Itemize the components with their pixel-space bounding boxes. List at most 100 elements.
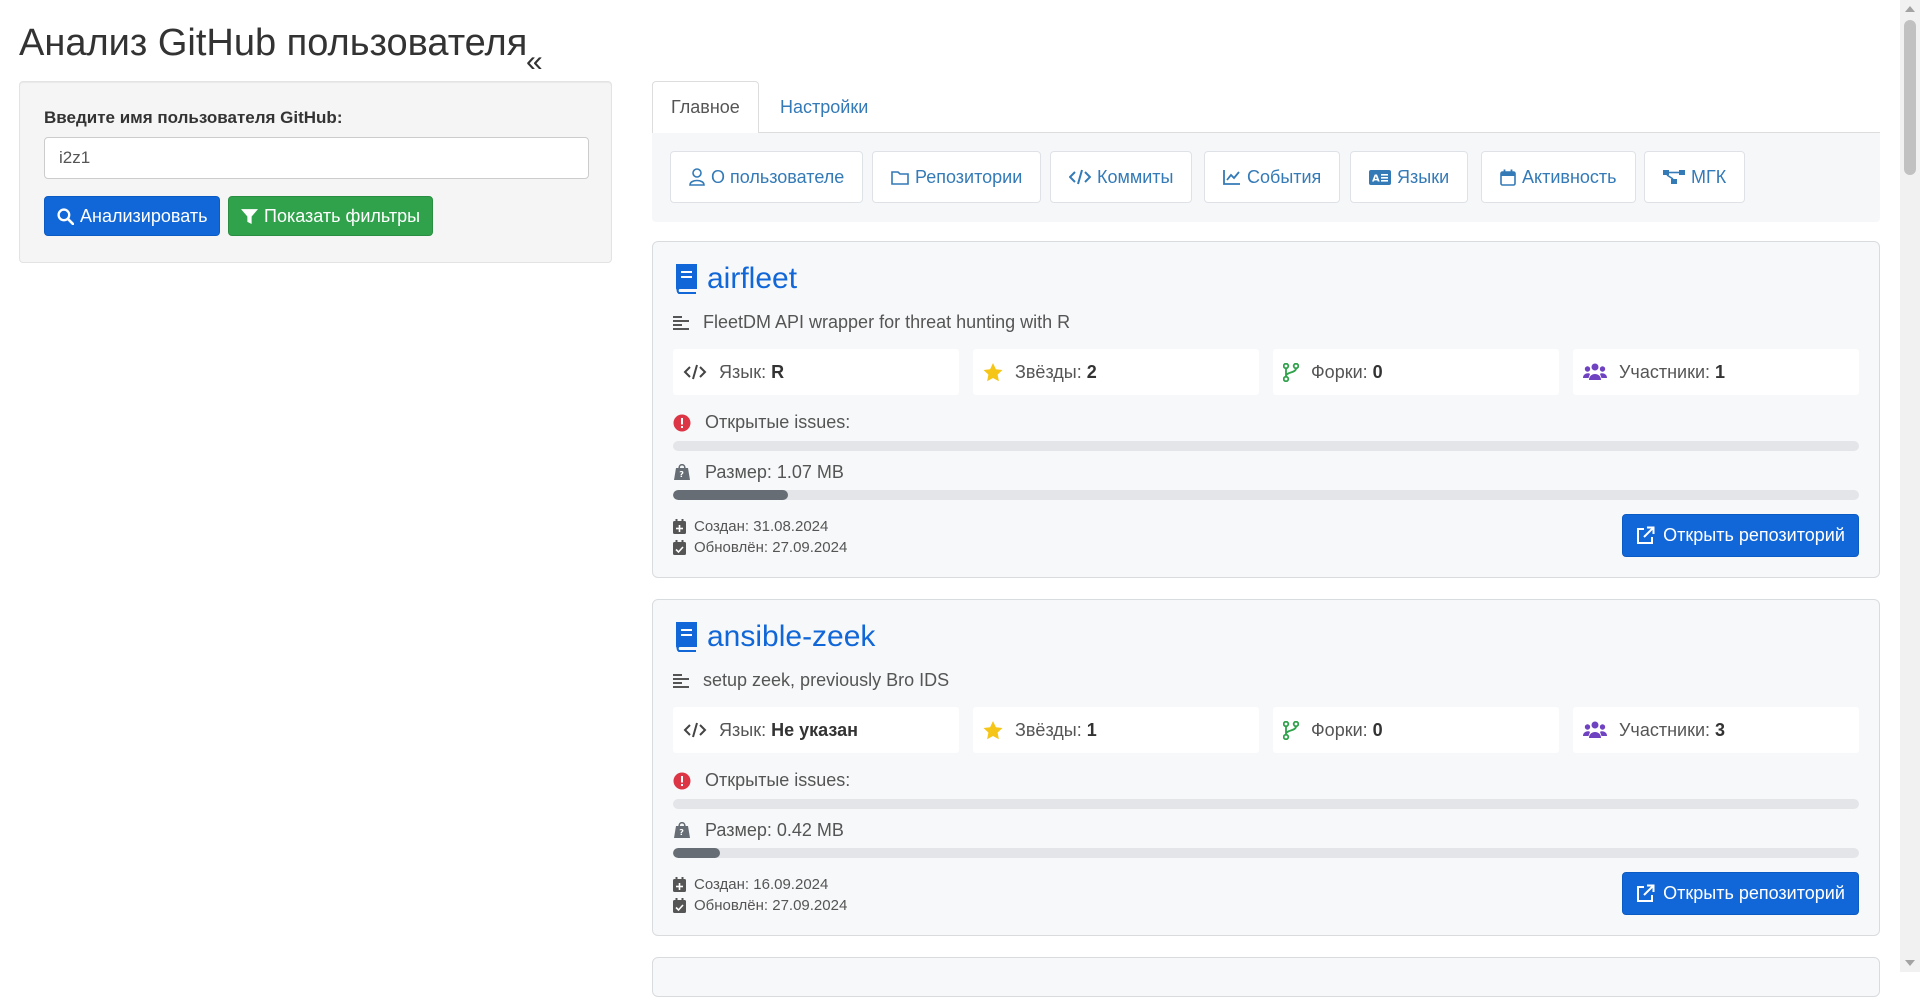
repo-card: airfleet FleetDM API wrapper for threat … [652, 241, 1880, 578]
collapse-sidebar-icon[interactable]: « [526, 47, 548, 77]
repo-created-date: Создан: 16.09.2024 [694, 876, 829, 893]
calendar-icon [1500, 169, 1516, 186]
align-left-icon [673, 673, 689, 688]
repo-name-link[interactable]: ansible-zeek [707, 620, 875, 654]
repo-size-bar [673, 848, 1859, 858]
repo-size-label: Размер: 0.42 MB [705, 820, 844, 840]
repo-description: setup zeek, previously Bro IDS [703, 670, 950, 690]
nav-commits-label: Коммиты [1097, 166, 1174, 187]
repo-updated-date: Обновлён: 27.09.2024 [694, 539, 848, 556]
repo-contributors-stat: Участники: 1 [1573, 349, 1859, 395]
vertical-scrollbar[interactable] [1900, 0, 1920, 972]
analyze-button[interactable]: Анализировать [44, 196, 221, 236]
scrollbar-thumb[interactable] [1904, 20, 1916, 175]
repo-issues-label: Открытые issues: [705, 770, 851, 790]
line-chart-icon [1223, 170, 1240, 185]
nav-languages-label: Языки [1397, 166, 1450, 187]
calendar-plus-icon [673, 877, 686, 892]
repo-created-date: Создан: 31.08.2024 [694, 518, 829, 535]
fork-icon [1283, 720, 1299, 740]
username-input[interactable] [44, 137, 589, 179]
nav-events-button[interactable]: События [1204, 151, 1341, 203]
repo-issues-label: Открытые issues: [705, 412, 851, 432]
repo-forks-stat: Форки: 0 [1273, 349, 1559, 395]
repo-card [652, 957, 1880, 997]
section-nav: О пользователе Репозитории Коммиты Событ… [652, 133, 1880, 222]
repo-language-value: R [771, 361, 785, 382]
sidebar-panel: Введите имя пользователя GitHub: Анализи… [19, 81, 612, 263]
analyze-button-label: Анализировать [80, 205, 208, 226]
code-icon [1069, 169, 1091, 185]
open-repo-button-label: Открыть репозиторий [1663, 525, 1845, 545]
svg-text:A: A [1372, 173, 1380, 184]
nav-user-button[interactable]: О пользователе [670, 151, 864, 203]
repo-size-bar [673, 490, 1859, 500]
show-filters-button-label: Показать фильтры [264, 205, 421, 226]
scroll-down-arrow[interactable] [1905, 960, 1915, 966]
repo-description: FleetDM API wrapper for threat hunting w… [703, 312, 1071, 332]
star-icon [983, 720, 1003, 739]
repo-stars-stat: Звёзды: 2 [973, 349, 1259, 395]
book-icon [676, 622, 697, 652]
repo-stars-value: 2 [1086, 361, 1097, 382]
repo-forks-stat: Форки: 0 [1273, 707, 1559, 753]
exclamation-circle-icon [673, 772, 691, 789]
weight-icon: ? [674, 822, 690, 838]
page-title: Анализ GitHub пользователя [19, 22, 528, 64]
align-left-icon [673, 315, 689, 330]
main-tabs: Главное Настройки [652, 81, 1880, 134]
open-repo-button[interactable]: Открыть репозиторий [1622, 514, 1859, 557]
repo-issues-bar [673, 799, 1859, 809]
folder-icon [891, 170, 909, 185]
nav-languages-button[interactable]: A Языки [1350, 151, 1469, 203]
repo-contributors-stat: Участники: 3 [1573, 707, 1859, 753]
network-icon [1663, 170, 1685, 184]
language-icon: A [1369, 169, 1391, 185]
repo-language-stat: Язык: R [673, 349, 959, 395]
repo-language-value: Не указан [771, 719, 858, 740]
scroll-up-arrow[interactable] [1905, 6, 1915, 12]
nav-pca-button[interactable]: МГК [1644, 151, 1746, 203]
repo-forks-value: 0 [1372, 361, 1383, 382]
users-icon [1583, 363, 1607, 380]
repo-contributors-value: 1 [1715, 361, 1726, 382]
repo-size-label: Размер: 1.07 MB [705, 462, 844, 482]
nav-commits-button[interactable]: Коммиты [1050, 151, 1193, 203]
book-icon [676, 264, 697, 294]
search-icon [57, 207, 74, 225]
nav-events-label: События [1247, 166, 1322, 187]
nav-activity-label: Активность [1522, 166, 1617, 187]
code-icon [683, 364, 707, 380]
nav-activity-button[interactable]: Активность [1481, 151, 1636, 203]
repo-card: ansible-zeek setup zeek, previously Bro … [652, 599, 1880, 936]
external-link-icon [1637, 884, 1655, 902]
nav-repos-button[interactable]: Репозитории [872, 151, 1042, 203]
open-repo-button[interactable]: Открыть репозиторий [1622, 872, 1859, 915]
external-link-icon [1637, 526, 1655, 544]
tab-settings[interactable]: Настройки [762, 81, 886, 133]
calendar-check-icon [673, 898, 686, 913]
show-filters-button[interactable]: Показать фильтры [228, 196, 434, 236]
filter-icon [241, 208, 258, 224]
code-icon [683, 722, 707, 738]
user-icon [689, 168, 705, 186]
calendar-check-icon [673, 540, 686, 555]
star-icon [983, 362, 1003, 381]
users-icon [1583, 721, 1607, 738]
weight-icon: ? [674, 464, 690, 480]
repo-stars-stat: Звёзды: 1 [973, 707, 1259, 753]
nav-user-label: О пользователе [711, 166, 845, 187]
repo-name-link[interactable]: airfleet [707, 262, 797, 296]
repo-language-stat: Язык: Не указан [673, 707, 959, 753]
svg-text:?: ? [679, 470, 684, 479]
repo-issues-bar [673, 441, 1859, 451]
username-label: Введите имя пользователя GitHub: [44, 108, 343, 127]
tab-main[interactable]: Главное [652, 81, 759, 134]
svg-text:?: ? [679, 828, 684, 837]
repo-contributors-value: 3 [1715, 719, 1726, 740]
calendar-plus-icon [673, 519, 686, 534]
nav-pca-label: МГК [1691, 166, 1727, 187]
repo-updated-date: Обновлён: 27.09.2024 [694, 897, 848, 914]
open-repo-button-label: Открыть репозиторий [1663, 883, 1845, 903]
repo-stars-value: 1 [1086, 719, 1097, 740]
